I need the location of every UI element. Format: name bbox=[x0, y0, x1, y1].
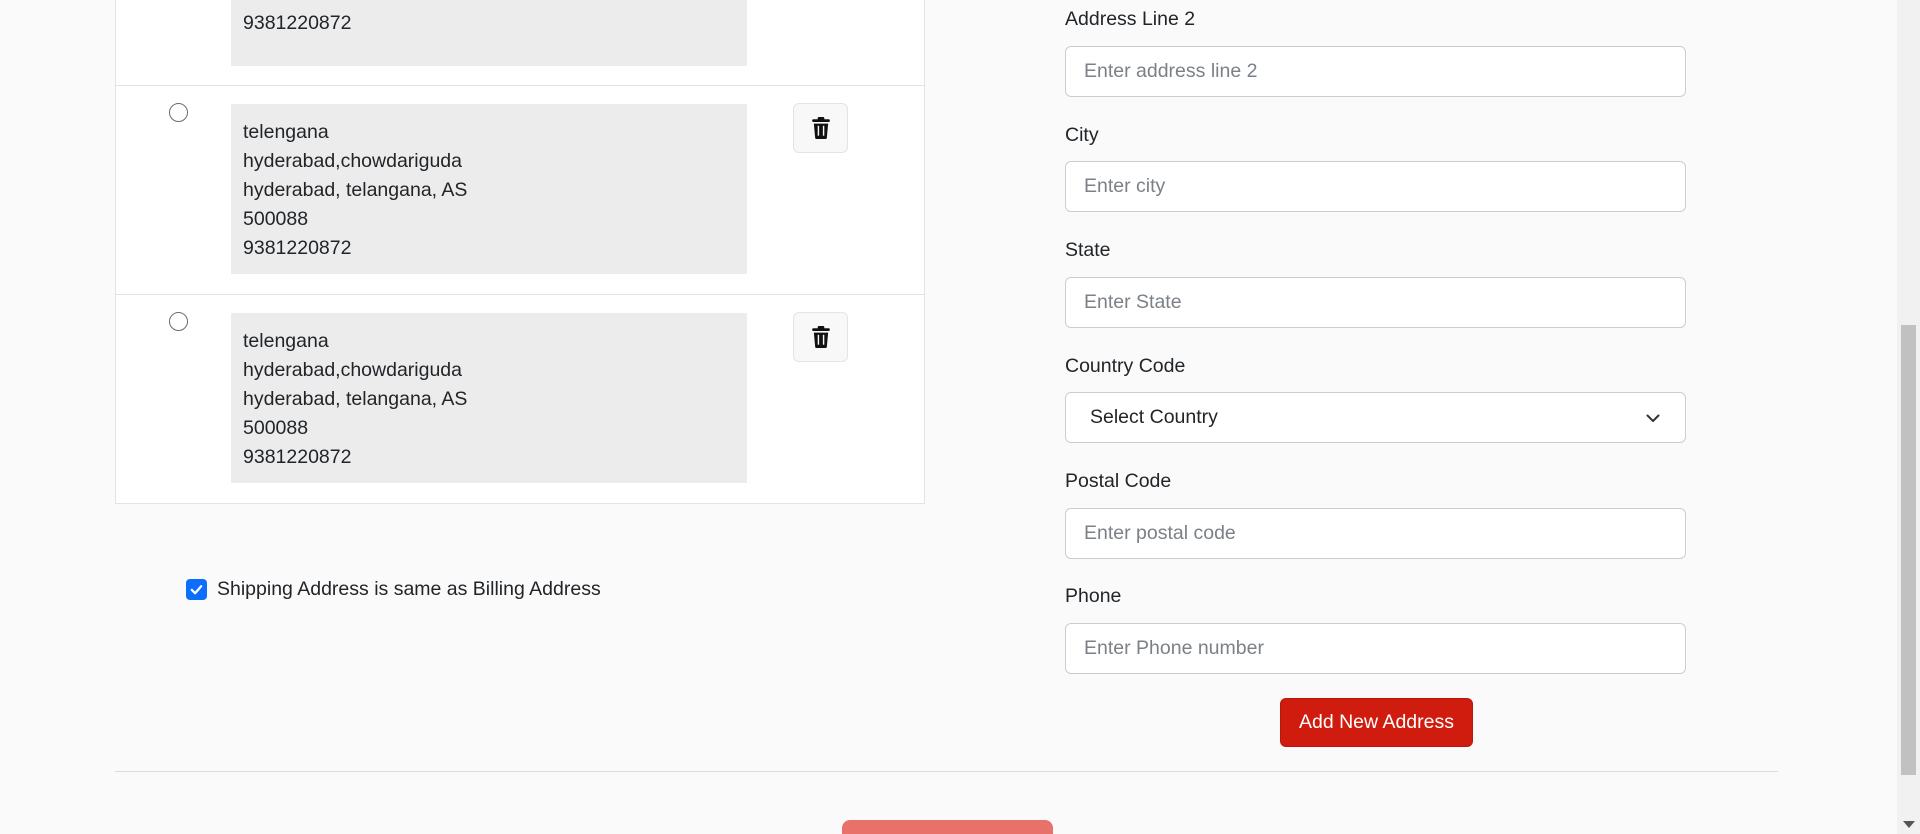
checkmark-icon bbox=[190, 585, 203, 595]
address-row: telengana hyderabad,chowdariguda hyderab… bbox=[116, 85, 924, 294]
country-code-select[interactable]: Select Country bbox=[1065, 392, 1686, 443]
address-list: 500088 9381220872 telengana hyderabad,ch… bbox=[115, 0, 925, 504]
add-new-address-button[interactable]: Add New Address bbox=[1280, 698, 1473, 747]
address-line: 9381220872 bbox=[243, 446, 352, 468]
delete-address-button[interactable] bbox=[793, 312, 848, 362]
address-line2-label: Address Line 2 bbox=[1065, 8, 1196, 30]
postal-code-input[interactable]: Enter postal code bbox=[1065, 508, 1686, 559]
address-line: hyderabad, telangana, AS bbox=[243, 388, 468, 410]
address-line: telengana bbox=[243, 330, 329, 352]
address-line: telengana bbox=[243, 121, 329, 143]
postal-code-label: Postal Code bbox=[1065, 470, 1172, 492]
city-label: City bbox=[1065, 124, 1099, 146]
country-code-selected: Select Country bbox=[1090, 406, 1218, 428]
phone-label: Phone bbox=[1065, 585, 1122, 607]
scrollbar-thumb[interactable] bbox=[1901, 325, 1916, 775]
address-line2-input[interactable]: Enter address line 2 bbox=[1065, 46, 1686, 97]
address-row: telengana hyderabad,chowdariguda hyderab… bbox=[116, 294, 924, 503]
address-line: 500088 bbox=[243, 208, 309, 230]
address-select-radio[interactable] bbox=[169, 312, 188, 331]
shipping-same-as-billing: Shipping Address is same as Billing Addr… bbox=[186, 578, 601, 601]
state-label: State bbox=[1065, 239, 1111, 261]
address-line: hyderabad, telangana, AS bbox=[243, 179, 468, 201]
address-select-radio[interactable] bbox=[169, 103, 188, 122]
trash-icon bbox=[811, 326, 830, 348]
address-line: hyderabad,chowdariguda bbox=[243, 359, 462, 381]
chevron-down-icon bbox=[1646, 414, 1660, 422]
shipping-same-label: Shipping Address is same as Billing Addr… bbox=[217, 578, 601, 600]
city-input[interactable]: Enter city bbox=[1065, 161, 1686, 212]
address-card: telengana hyderabad,chowdariguda hyderab… bbox=[231, 104, 747, 274]
address-line: 500088 bbox=[243, 417, 309, 439]
continue-button[interactable] bbox=[842, 820, 1053, 834]
delete-address-button[interactable] bbox=[793, 103, 848, 153]
shipping-same-checkbox[interactable] bbox=[186, 579, 207, 600]
address-line: 9381220872 bbox=[243, 12, 352, 34]
address-card: 500088 9381220872 bbox=[231, 0, 747, 66]
scrollbar[interactable] bbox=[1897, 0, 1920, 834]
section-divider bbox=[115, 771, 1778, 772]
trash-icon bbox=[811, 117, 830, 139]
address-row: 500088 9381220872 bbox=[116, 0, 924, 85]
state-input[interactable]: Enter State bbox=[1065, 277, 1686, 328]
address-line: 9381220872 bbox=[243, 237, 352, 259]
country-code-label: Country Code bbox=[1065, 355, 1186, 377]
address-line: hyderabad,chowdariguda bbox=[243, 150, 462, 172]
address-card: telengana hyderabad,chowdariguda hyderab… bbox=[231, 313, 747, 483]
address-line: 500088 bbox=[243, 0, 735, 9]
scroll-down-arrow-icon[interactable] bbox=[1903, 821, 1915, 828]
phone-input[interactable]: Enter Phone number bbox=[1065, 623, 1686, 674]
